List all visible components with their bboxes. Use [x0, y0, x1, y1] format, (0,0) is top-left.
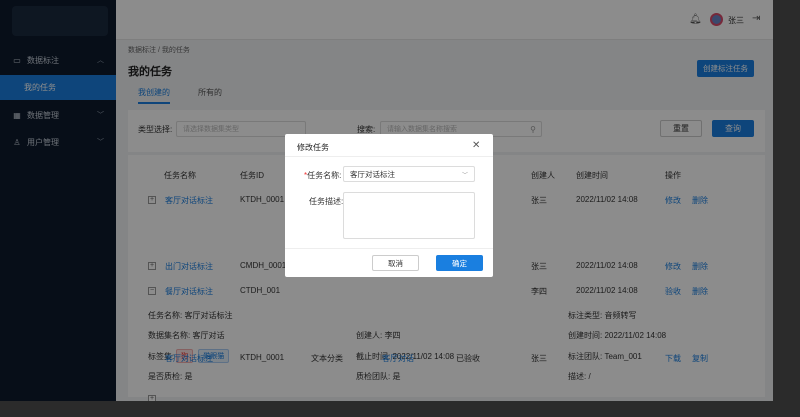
task-desc-textarea[interactable]	[343, 192, 475, 239]
edit-task-dialog: 修改任务 ✕ *任务名称: 客厅对话标注 ﹀ 任务描述: 取消 确定	[285, 134, 493, 277]
chevron-down-icon: ﹀	[461, 172, 468, 179]
task-name-label-text: 任务名称:	[307, 171, 342, 180]
screen-edge	[773, 0, 800, 417]
app-window: ▭ 数据标注 ︿ 我的任务 ▦ 数据管理 ﹀ ♙ 用户管理 ﹀ 🔔︎ 张三 ⇥ …	[0, 0, 773, 401]
task-name-value: 客厅对话标注	[350, 169, 395, 179]
cancel-button[interactable]: 取消	[372, 255, 419, 271]
divider	[285, 156, 493, 157]
task-desc-label: 任务描述:	[309, 197, 344, 206]
task-name-select[interactable]: 客厅对话标注 ﹀	[343, 166, 475, 182]
dialog-title: 修改任务	[297, 143, 329, 152]
close-icon[interactable]: ✕	[472, 140, 480, 151]
screen-edge	[0, 401, 800, 417]
task-name-label: *任务名称:	[304, 170, 341, 181]
divider	[285, 248, 493, 249]
confirm-button[interactable]: 确定	[436, 255, 483, 271]
